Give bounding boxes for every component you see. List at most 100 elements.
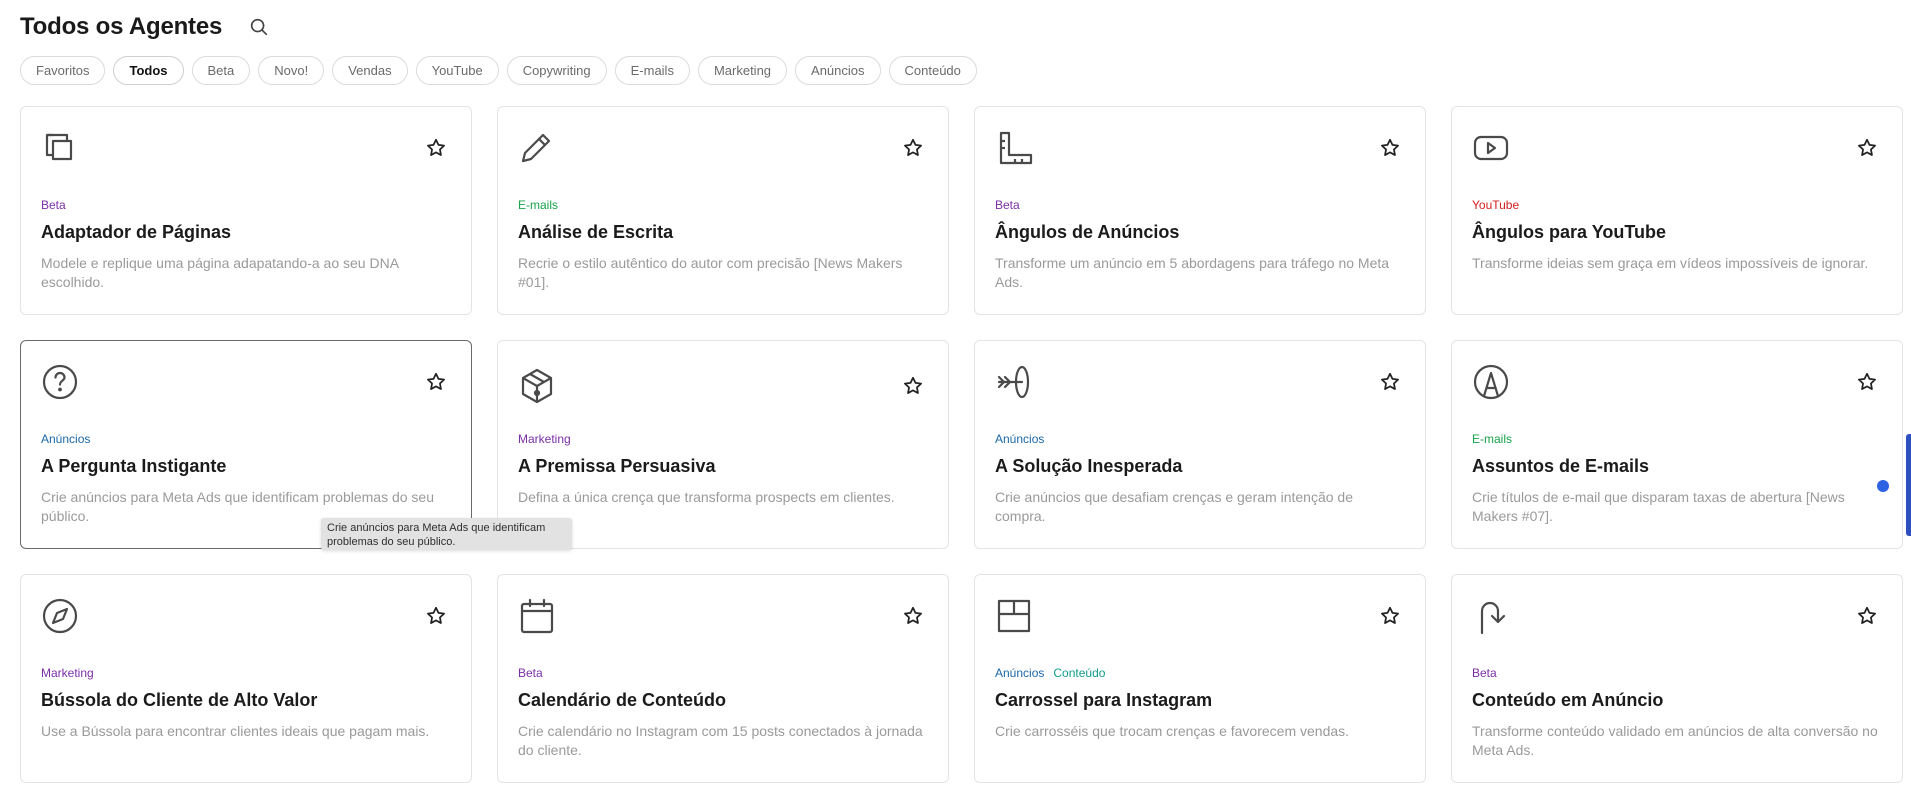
filter-chip-todos[interactable]: Todos	[113, 56, 184, 85]
card-body: Beta Calendário de Conteúdo Crie calendári…	[518, 666, 928, 760]
filter-chip-copywriting[interactable]: Copywriting	[506, 56, 607, 85]
star-icon[interactable]	[1856, 371, 1878, 393]
card-description: Crie calendário no Instagram com 15 post…	[518, 723, 923, 758]
agent-card[interactable]: E-mails Análise de Escrita Recrie o estilo…	[497, 106, 949, 315]
card-tags: Marketing	[41, 666, 451, 680]
card-description: Transforme um anúncio em 5 abordagens pa…	[995, 255, 1390, 290]
card-title: Ângulos para YouTube	[1472, 222, 1667, 242]
card-description: Recrie o estilo autêntico do autor com p…	[518, 255, 903, 290]
card-tags: Beta	[1472, 666, 1882, 680]
filter-chip-marketing[interactable]: Marketing	[697, 56, 788, 85]
star-icon[interactable]	[1379, 137, 1401, 159]
category-tag: Beta	[41, 198, 66, 212]
agent-card[interactable]: Anúncios A Solução Inesperada Crie anúncio…	[974, 340, 1426, 549]
question-circle-icon	[41, 363, 79, 401]
category-tag: E-mails	[518, 198, 559, 212]
card-tags: Marketing	[518, 432, 928, 446]
card-description: Modele e replique uma página adapatando-…	[41, 255, 399, 290]
filter-chip-an-ncios[interactable]: Anúncios	[795, 56, 881, 85]
star-icon[interactable]	[425, 137, 447, 159]
star-icon[interactable]	[1856, 137, 1878, 159]
card-tags: E-mails	[1472, 432, 1882, 446]
filter-chip-novo[interactable]: Novo!	[258, 56, 325, 85]
card-tags: Beta	[41, 198, 451, 212]
card-title: Calendário de Conteúdo	[518, 690, 727, 710]
agent-card[interactable]: Beta Adaptador de Páginas Modele e repliqu…	[20, 106, 472, 315]
calendar-icon	[518, 597, 556, 635]
card-description: Transforme ideias sem graça em vídeos im…	[1472, 255, 1869, 271]
search-button[interactable]	[246, 14, 272, 40]
category-tag: YouTube	[1472, 198, 1520, 212]
agent-card[interactable]: E-mails Assuntos de E-mails Crie títulos d…	[1451, 340, 1903, 549]
scroll-handle[interactable]	[1906, 434, 1911, 536]
agent-card[interactable]: Beta Calendário de Conteúdo Crie calendári…	[497, 574, 949, 783]
card-body: Marketing A Premissa Persuasiva Defina a ú…	[518, 432, 928, 526]
letter-a-circle-icon	[1472, 363, 1510, 401]
search-icon[interactable]	[248, 16, 270, 38]
filter-chip-vendas[interactable]: Vendas	[332, 56, 408, 85]
filter-chip-favoritos[interactable]: Favoritos	[20, 56, 106, 85]
category-tag: Beta	[518, 666, 543, 680]
card-body: Anúncios A Pergunta Instigante Crie anúnci…	[41, 432, 451, 526]
card-tags: Beta	[518, 666, 928, 680]
star-icon[interactable]	[902, 605, 924, 627]
page-title: Todos os Agentes	[20, 13, 223, 40]
ruler-icon	[995, 129, 1033, 167]
card-body: Beta Adaptador de Páginas Modele e repliqu…	[41, 198, 451, 292]
star-icon[interactable]	[1856, 605, 1878, 627]
card-body: E-mails Assuntos de E-mails Crie títulos d…	[1472, 432, 1882, 526]
card-description: Crie carrosséis que trocam crenças e fav…	[995, 723, 1350, 739]
filter-chips: Favoritos Todos Beta Novo! Vendas YouTube Copy…	[20, 56, 977, 85]
pencil-icon	[518, 129, 556, 167]
category-tag: Beta	[995, 198, 1020, 212]
card-tags: YouTube	[1472, 198, 1882, 212]
filter-chip-conte-do[interactable]: Conteúdo	[888, 56, 977, 85]
card-title: Conteúdo em Anúncio	[1472, 690, 1664, 710]
star-icon[interactable]	[425, 605, 447, 627]
star-icon[interactable]	[1379, 605, 1401, 627]
category-tag: Anúncios	[995, 432, 1045, 446]
card-title: Análise de Escrita	[518, 222, 674, 242]
tooltip: Crie anúncios para Meta Ads que identifi…	[321, 518, 572, 550]
target-arrow-icon	[995, 363, 1033, 401]
agent-card[interactable]: Beta Conteúdo em Anúncio Transforme conteú…	[1451, 574, 1903, 783]
card-title: A Pergunta Instigante	[41, 456, 227, 476]
card-title: A Solução Inesperada	[995, 456, 1183, 476]
star-icon[interactable]	[425, 371, 447, 393]
agent-card[interactable]: Anúncios Conteúdo Carrossel para Instagram…	[974, 574, 1426, 783]
category-tag: Anúncios	[995, 666, 1045, 680]
category-tag: E-mails	[1472, 432, 1513, 446]
card-body: YouTube Ângulos para YouTube Transforme id…	[1472, 198, 1882, 292]
agent-card[interactable]: Beta Ângulos de Anúncios Transforme um anú…	[974, 106, 1426, 315]
agent-card[interactable]: YouTube Ângulos para YouTube Transforme id…	[1451, 106, 1903, 315]
arrow-up-bend-icon	[1472, 597, 1510, 635]
indicator-dot	[1877, 480, 1889, 492]
card-body: Beta Ângulos de Anúncios Transforme um anú…	[995, 198, 1405, 292]
card-tags: Anúncios Conteúdo	[995, 666, 1405, 680]
filter-chip-youtube[interactable]: YouTube	[415, 56, 499, 85]
category-tag: Beta	[1472, 666, 1497, 680]
card-title: Adaptador de Páginas	[41, 222, 232, 242]
card-title: A Premissa Persuasiva	[518, 456, 716, 476]
copy-icon	[41, 129, 79, 167]
filter-chip-beta[interactable]: Beta	[191, 56, 251, 85]
category-tag: Marketing	[41, 666, 94, 680]
box-icon	[518, 367, 556, 405]
card-body: E-mails Análise de Escrita Recrie o estilo…	[518, 198, 928, 292]
card-description: Use a Bússola para encontrar clientes id…	[41, 723, 430, 739]
card-description: Transforme conteúdo validado em anúncios…	[1472, 723, 1878, 758]
page-header: Todos os Agentes	[20, 10, 272, 44]
category-tag: Conteúdo	[1053, 666, 1106, 680]
card-title: Bússola do Cliente de Alto Valor	[41, 690, 318, 710]
card-body: Anúncios Conteúdo Carrossel para Instagram…	[995, 666, 1405, 760]
card-title: Assuntos de E-mails	[1472, 456, 1650, 476]
star-icon[interactable]	[902, 375, 924, 397]
card-tags: E-mails	[518, 198, 928, 212]
star-icon[interactable]	[1379, 371, 1401, 393]
star-icon[interactable]	[902, 137, 924, 159]
agents-grid: Beta Adaptador de Páginas Modele e repliqu…	[20, 106, 1903, 783]
card-body: Beta Conteúdo em Anúncio Transforme conteú…	[1472, 666, 1882, 760]
agent-card[interactable]: Marketing Bússola do Cliente de Alto Valo…	[20, 574, 472, 783]
filter-chip-e-mails[interactable]: E-mails	[614, 56, 690, 85]
category-tag: Marketing	[518, 432, 571, 446]
